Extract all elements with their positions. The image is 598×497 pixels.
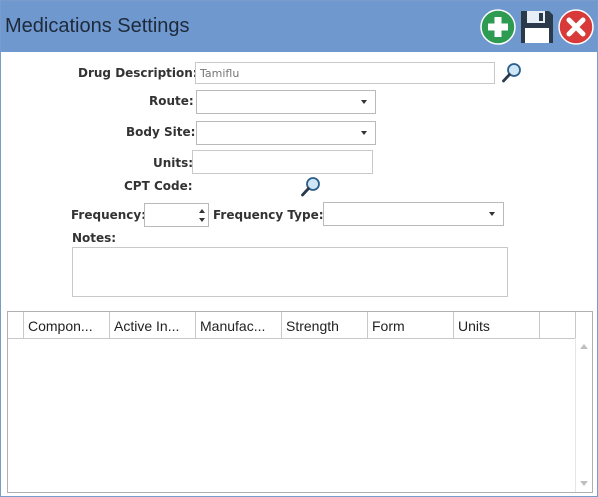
add-button[interactable] bbox=[480, 9, 516, 45]
units-input[interactable] bbox=[192, 150, 373, 174]
floppy-disk-icon bbox=[521, 11, 553, 43]
grid-vertical-scrollbar[interactable] bbox=[575, 338, 592, 492]
drug-description-label: Drug Description: bbox=[78, 66, 198, 80]
close-circle-icon bbox=[558, 9, 594, 45]
body-site-label: Body Site: bbox=[126, 125, 196, 139]
frequency-label: Frequency: bbox=[71, 208, 147, 222]
row-header-cell bbox=[8, 312, 24, 338]
chevron-down-icon bbox=[361, 131, 367, 135]
medications-settings-window: Medications Settings Drug Description: T… bbox=[0, 0, 598, 497]
spin-up-icon[interactable] bbox=[199, 209, 205, 213]
save-button[interactable] bbox=[519, 9, 555, 45]
close-button[interactable] bbox=[558, 9, 594, 45]
frequency-stepper[interactable] bbox=[144, 203, 209, 227]
drug-description-input[interactable] bbox=[195, 62, 495, 84]
column-header-manufacturer[interactable]: Manufac... bbox=[196, 312, 282, 338]
scroll-down-icon[interactable] bbox=[580, 481, 588, 486]
route-label: Route: bbox=[149, 94, 194, 108]
units-label: Units: bbox=[153, 156, 194, 170]
route-dropdown[interactable] bbox=[196, 90, 376, 114]
components-grid: Compon... Active In... Manufac... Streng… bbox=[7, 311, 593, 493]
chevron-down-icon bbox=[361, 100, 367, 104]
column-header-filler bbox=[540, 312, 576, 338]
column-header-component[interactable]: Compon... bbox=[24, 312, 110, 338]
cpt-code-label: CPT Code: bbox=[124, 179, 193, 193]
cpt-search-button[interactable] bbox=[300, 176, 322, 198]
chevron-down-icon bbox=[489, 212, 495, 216]
body-site-dropdown[interactable] bbox=[196, 121, 376, 145]
frequency-type-dropdown[interactable] bbox=[323, 202, 504, 226]
frequency-type-label: Frequency Type: bbox=[213, 208, 324, 222]
notes-textarea[interactable] bbox=[72, 247, 508, 297]
grid-header: Compon... Active In... Manufac... Streng… bbox=[8, 312, 592, 339]
notes-label: Notes: bbox=[72, 231, 117, 245]
magnifier-icon bbox=[301, 177, 320, 197]
window-title: Medications Settings bbox=[5, 15, 190, 37]
spin-down-icon[interactable] bbox=[199, 218, 205, 222]
column-header-units[interactable]: Units bbox=[454, 312, 540, 338]
column-header-strength[interactable]: Strength bbox=[282, 312, 368, 338]
magnifier-icon bbox=[502, 63, 521, 83]
scroll-up-icon[interactable] bbox=[580, 344, 588, 349]
column-header-active-ingredient[interactable]: Active In... bbox=[110, 312, 196, 338]
column-header-form[interactable]: Form bbox=[368, 312, 454, 338]
title-bar: Medications Settings bbox=[1, 1, 597, 52]
drug-search-button[interactable] bbox=[501, 62, 523, 84]
plus-circle-icon bbox=[480, 9, 516, 45]
